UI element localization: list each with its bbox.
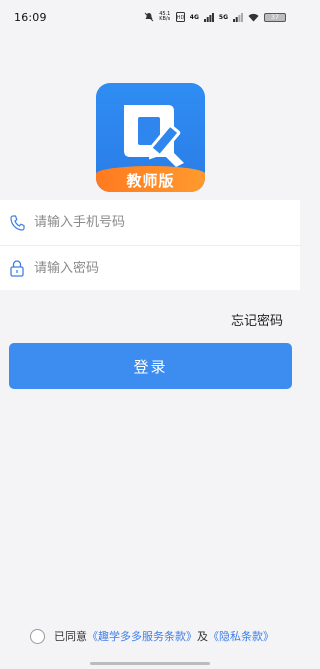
login-form <box>0 200 300 290</box>
agreement: 已同意 《趣学多多服务条款》 及 《隐私条款》 <box>30 627 274 645</box>
status-icons: 45.1 KB/s HD 4G 5G 37 <box>144 12 286 22</box>
net-speed-unit: KB/s <box>159 16 171 22</box>
home-indicator[interactable] <box>90 662 210 665</box>
login-button[interactable]: 登录 <box>9 343 292 389</box>
lock-icon <box>10 259 26 277</box>
phone-icon <box>10 214 26 232</box>
svg-text:HD: HD <box>176 15 184 21</box>
status-bar: 16:09 45.1 KB/s HD 4G 5G 37 <box>0 0 300 34</box>
app-logo: 教师版 <box>96 83 205 192</box>
agreement-prefix: 已同意 <box>54 630 87 643</box>
service-terms-link[interactable]: 《趣学多多服务条款》 <box>87 628 197 644</box>
password-row <box>0 245 300 290</box>
phone-row <box>0 200 300 245</box>
mute-icon <box>144 12 154 22</box>
agreement-joiner: 及 <box>197 630 208 643</box>
signal-1-icon <box>203 12 214 22</box>
signal-2-icon <box>233 12 243 22</box>
signal-1-label: 4G <box>189 13 199 21</box>
battery-level: 37 <box>271 13 279 21</box>
privacy-terms-link[interactable]: 《隐私条款》 <box>208 628 274 644</box>
hd-icon: HD <box>175 12 185 22</box>
wifi-icon <box>248 13 259 22</box>
signal-2-label: 5G <box>218 13 228 21</box>
forgot-password-link[interactable]: 忘记密码 <box>231 310 283 329</box>
battery-icon: 37 <box>264 12 286 22</box>
phone-input[interactable] <box>34 215 300 230</box>
logo-band: 教师版 <box>96 166 205 192</box>
status-time: 16:09 <box>14 10 47 24</box>
password-input[interactable] <box>34 260 300 276</box>
agree-checkbox[interactable] <box>30 628 45 644</box>
net-speed: 45.1 KB/s <box>159 12 171 22</box>
logo-label: 教师版 <box>126 171 175 190</box>
